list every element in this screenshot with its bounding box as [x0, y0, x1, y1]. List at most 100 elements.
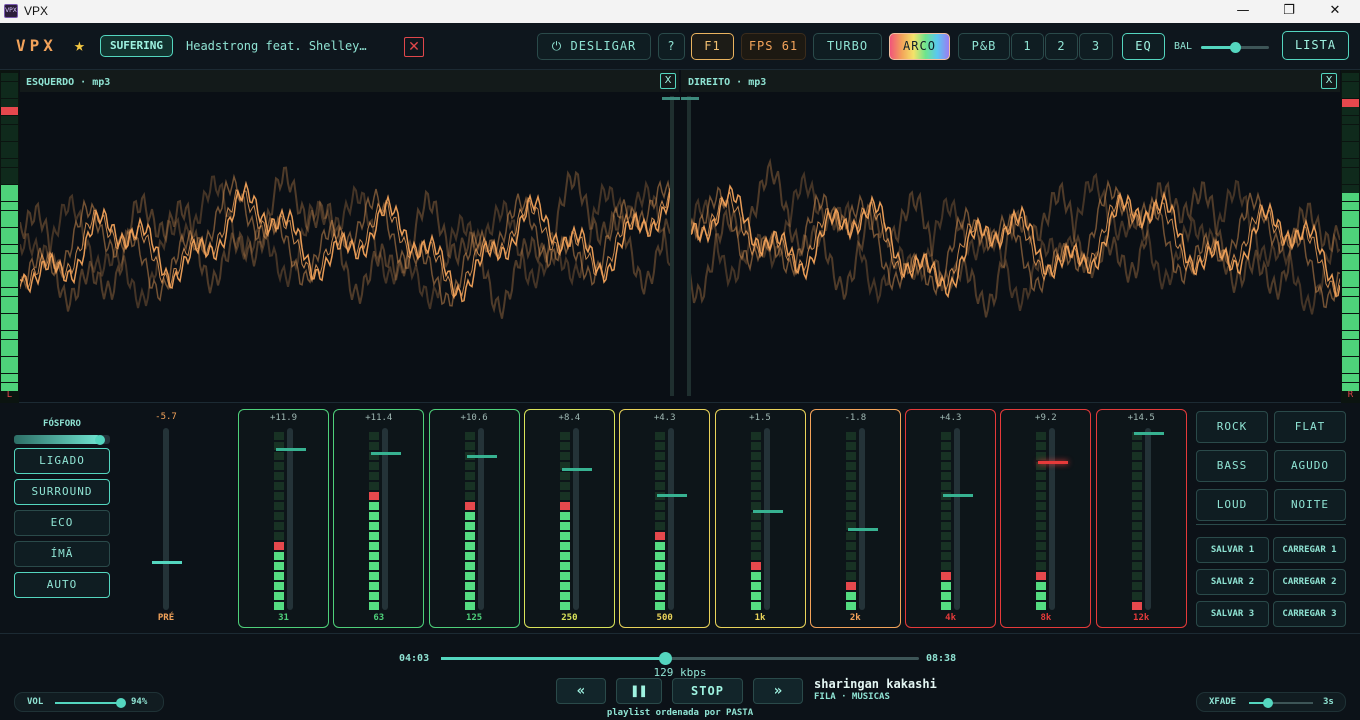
- volume-slider[interactable]: [55, 698, 126, 708]
- fosforo-slider[interactable]: [14, 434, 110, 445]
- eq-band-frequency: 12k: [1133, 613, 1150, 623]
- eq-band-thumb[interactable]: [1038, 460, 1069, 464]
- eq-band-slider[interactable]: [371, 428, 402, 610]
- vu-segment: [1, 253, 18, 262]
- eq-button[interactable]: EQ: [1122, 33, 1165, 60]
- turbo-button[interactable]: TURBO: [813, 33, 882, 60]
- eq-band-thumb[interactable]: [1133, 431, 1164, 435]
- eq-band-slider[interactable]: [1133, 428, 1164, 610]
- meter-cell: [655, 532, 666, 540]
- meter-cell: [369, 532, 380, 540]
- eq-band-slider[interactable]: [752, 428, 783, 610]
- eq-band-slider[interactable]: [847, 428, 878, 610]
- minimize-icon[interactable]: —: [1220, 0, 1266, 23]
- preset-loud-button[interactable]: LOUD: [1196, 489, 1268, 521]
- eq-band-thumb[interactable]: [276, 448, 306, 452]
- eq-band-thumb[interactable]: [657, 493, 688, 497]
- eq-band-slider[interactable]: [657, 428, 688, 610]
- stop-button[interactable]: STOP: [672, 678, 743, 704]
- meter-cell: [369, 442, 380, 450]
- lista-button[interactable]: LISTA: [1282, 31, 1349, 60]
- volume-knob[interactable]: [115, 698, 126, 708]
- preamp-slider[interactable]: [152, 428, 182, 610]
- eq-band-frequency: 250: [561, 613, 578, 623]
- crossfade-knob[interactable]: [1263, 698, 1274, 708]
- help-button[interactable]: ?: [658, 33, 685, 60]
- right-scope-divider[interactable]: [687, 96, 691, 396]
- eco-button[interactable]: ECO: [14, 510, 110, 536]
- preset-noite-button[interactable]: NOITE: [1274, 489, 1346, 521]
- f1-button[interactable]: F1: [691, 33, 734, 60]
- previous-button[interactable]: «: [556, 678, 606, 704]
- balance-knob[interactable]: [1229, 42, 1241, 53]
- eq-band-8k: +9.2 8k: [1000, 409, 1092, 628]
- preset-flat-button[interactable]: FLAT: [1274, 411, 1346, 443]
- pb-button[interactable]: P&B: [958, 33, 1010, 60]
- vu-segment: [1342, 305, 1359, 314]
- next-button[interactable]: »: [753, 678, 803, 704]
- vu-segment: [1, 270, 18, 279]
- power-button[interactable]: ⏻ DESLIGAR: [537, 33, 651, 60]
- save-1-button[interactable]: SALVAR 1: [1196, 537, 1269, 563]
- eq-band-thumb[interactable]: [561, 468, 592, 472]
- preamp-value: -5.7: [155, 412, 177, 422]
- eq-band-4k: +4.3 4k: [905, 409, 997, 628]
- eq-band-slider[interactable]: [276, 428, 306, 610]
- eq-band-thumb[interactable]: [371, 451, 402, 455]
- crossfade-value: 3s: [1323, 697, 1334, 707]
- meter-cell: [1131, 502, 1142, 510]
- favorite-star-icon[interactable]: ★: [74, 35, 85, 56]
- eq-band-meter: [274, 428, 284, 610]
- eq-band-slider[interactable]: [943, 428, 974, 610]
- preamp-thumb[interactable]: [152, 560, 182, 564]
- seek-bar[interactable]: [441, 652, 919, 665]
- load-2-button[interactable]: CARREGAR 2: [1273, 569, 1346, 595]
- eq-band-thumb[interactable]: [752, 509, 783, 513]
- left-scope-divider[interactable]: [670, 96, 674, 396]
- meter-cell: [845, 482, 856, 490]
- eq-band-thumb[interactable]: [943, 493, 974, 497]
- auto-button[interactable]: AUTO: [14, 572, 110, 598]
- close-left-panel-button[interactable]: X: [660, 73, 676, 89]
- fosforo-knob[interactable]: [95, 434, 106, 445]
- load-3-button[interactable]: CARREGAR 3: [1273, 601, 1346, 627]
- pause-button[interactable]: ❚❚: [616, 678, 662, 704]
- slot-1-button[interactable]: 1: [1011, 33, 1044, 60]
- balance-slider[interactable]: [1201, 42, 1269, 53]
- maximize-icon[interactable]: ❐: [1266, 0, 1312, 23]
- eq-band-thumb[interactable]: [466, 455, 497, 459]
- save-2-button[interactable]: SALVAR 2: [1196, 569, 1269, 595]
- meter-cell: [274, 482, 284, 490]
- remove-track-icon[interactable]: ✕: [404, 37, 424, 57]
- fps-counter: FPS 61: [741, 33, 806, 60]
- eq-band-slider[interactable]: [1038, 428, 1069, 610]
- eq-band-thumb[interactable]: [847, 528, 878, 532]
- preset-bass-button[interactable]: BASS: [1196, 450, 1268, 482]
- eq-band-slider[interactable]: [466, 428, 497, 610]
- load-1-button[interactable]: CARREGAR 1: [1273, 537, 1346, 563]
- slot-2-button[interactable]: 2: [1045, 33, 1078, 60]
- seek-knob[interactable]: [659, 652, 673, 665]
- crossfade-slider[interactable]: [1249, 698, 1313, 708]
- vu-segment: [1342, 279, 1359, 288]
- slot-3-button[interactable]: 3: [1079, 33, 1113, 60]
- meter-cell: [274, 532, 284, 540]
- meter-cell: [750, 602, 761, 610]
- meter-cell: [655, 542, 666, 550]
- close-window-icon[interactable]: ✕: [1312, 0, 1358, 23]
- close-right-panel-button[interactable]: X: [1321, 73, 1337, 89]
- surround-button[interactable]: SURROUND: [14, 479, 110, 505]
- ima-button[interactable]: ÍMÃ: [14, 541, 110, 567]
- preset-rock-button[interactable]: ROCK: [1196, 411, 1268, 443]
- right-divider-cap: [681, 97, 699, 100]
- vu-segment: [1342, 167, 1359, 176]
- now-playing-queue: FILA · MUSICAS: [814, 692, 890, 702]
- preset-agudo-button[interactable]: AGUDO: [1274, 450, 1346, 482]
- eq-band-slider[interactable]: [561, 428, 592, 610]
- ligado-button[interactable]: LIGADO: [14, 448, 110, 474]
- tag-badge[interactable]: SUFERING: [100, 35, 173, 57]
- save-3-button[interactable]: SALVAR 3: [1196, 601, 1269, 627]
- left-waveform: [20, 166, 670, 319]
- arco-button[interactable]: ARCO: [889, 33, 950, 60]
- left-panel-label: ESQUERDO · mp3: [26, 77, 111, 88]
